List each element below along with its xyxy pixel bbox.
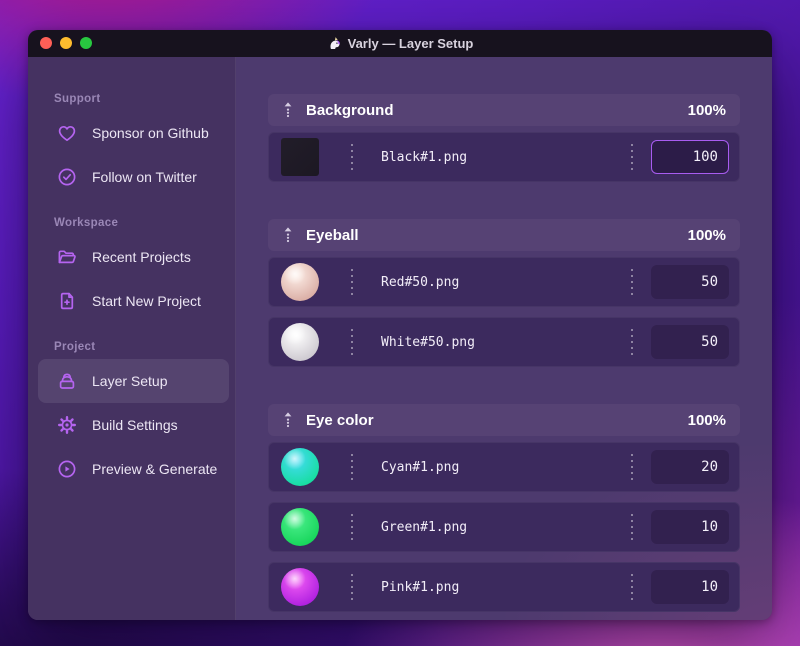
sidebar-section-label: Support: [54, 93, 101, 105]
layer-group-weight: 100%: [687, 411, 726, 429]
layer-group-header: Eyeball 100%: [268, 219, 740, 251]
layer-value-input[interactable]: [651, 570, 729, 604]
dotted-divider: [351, 514, 353, 540]
layer-filename: White#50.png: [381, 334, 475, 350]
zoom-button[interactable]: [80, 37, 92, 49]
layer-group-title: Background: [306, 101, 394, 119]
layer-group-header: Eye color 100%: [268, 404, 740, 436]
layer-group-weight: 100%: [687, 101, 726, 119]
layer-value-input[interactable]: [651, 450, 729, 484]
layer-group-title: Eye color: [306, 411, 374, 429]
layer-row[interactable]: White#50.png: [268, 317, 740, 367]
dotted-divider: [631, 329, 633, 355]
layer-group: Eyeball 100% Red#50.png White#50.png: [268, 219, 740, 367]
layer-filename: Red#50.png: [381, 274, 460, 290]
heart-icon: [56, 122, 78, 144]
sidebar-section: Workspace Recent Projects Start New Proj…: [28, 217, 235, 323]
window-controls: [40, 37, 92, 49]
window-title-text: Varly — Layer Setup: [347, 36, 474, 51]
sidebar-item-label: Start New Project: [92, 293, 201, 309]
layer-group-title: Eyeball: [306, 226, 359, 244]
layer-thumbnail: [281, 263, 319, 301]
sidebar-section-label: Workspace: [54, 217, 119, 229]
layer-filename: Green#1.png: [381, 519, 468, 535]
layer-value-input[interactable]: [651, 265, 729, 299]
sidebar: Support Sponsor on Github Follow on Twit…: [28, 57, 236, 620]
play-circle-icon: [56, 458, 78, 480]
layer-group-header: Background 100%: [268, 94, 740, 126]
sidebar-item-label: Recent Projects: [92, 249, 191, 265]
folder-icon: [56, 246, 78, 268]
titlebar: Varly — Layer Setup: [28, 30, 772, 57]
layer-setup-panel: Background 100% Black#1.png Eyeball 100%: [236, 57, 772, 620]
window-title: Varly — Layer Setup: [327, 36, 474, 51]
sidebar-sections: Support Sponsor on Github Follow on Twit…: [28, 93, 235, 491]
sidebar-item-label: Follow on Twitter: [92, 169, 197, 185]
layer-row[interactable]: Green#1.png: [268, 502, 740, 552]
minimize-button[interactable]: [60, 37, 72, 49]
sidebar-item-label: Sponsor on Github: [92, 125, 209, 141]
layer-row[interactable]: Red#50.png: [268, 257, 740, 307]
dotted-divider: [631, 454, 633, 480]
sidebar-item-layer-setup[interactable]: Layer Setup: [38, 359, 229, 403]
layer-thumbnail: [281, 568, 319, 606]
sidebar-item-start-new-project[interactable]: Start New Project: [38, 279, 229, 323]
drag-handle-icon[interactable]: [282, 226, 294, 244]
gear-icon: [56, 414, 78, 436]
layer-groups: Background 100% Black#1.png Eyeball 100%: [268, 94, 740, 612]
layer-filename: Cyan#1.png: [381, 459, 460, 475]
sidebar-section: Support Sponsor on Github Follow on Twit…: [28, 93, 235, 199]
window-body: Support Sponsor on Github Follow on Twit…: [28, 57, 772, 620]
app-window: Varly — Layer Setup Support Sponsor on G…: [28, 30, 772, 620]
sidebar-item-label: Build Settings: [92, 417, 178, 433]
layer-row[interactable]: Black#1.png: [268, 132, 740, 182]
dotted-divider: [351, 329, 353, 355]
layer-value-input[interactable]: [651, 325, 729, 359]
sidebar-item-label: Layer Setup: [92, 373, 168, 389]
dotted-divider: [351, 454, 353, 480]
layer-row[interactable]: Cyan#1.png: [268, 442, 740, 492]
layer-value-input[interactable]: [651, 510, 729, 544]
dotted-divider: [351, 269, 353, 295]
close-button[interactable]: [40, 37, 52, 49]
layer-thumbnail: [281, 448, 319, 486]
layer-row[interactable]: Pink#1.png: [268, 562, 740, 612]
drag-handle-icon[interactable]: [282, 101, 294, 119]
sidebar-item-sponsor-on-github[interactable]: Sponsor on Github: [38, 111, 229, 155]
sidebar-item-preview-generate[interactable]: Preview & Generate: [38, 447, 229, 491]
unicorn-icon: [327, 36, 342, 51]
dotted-divider: [631, 144, 633, 170]
layer-filename: Pink#1.png: [381, 579, 460, 595]
layer-group: Eye color 100% Cyan#1.png Green#1.png Pi…: [268, 404, 740, 612]
dotted-divider: [631, 514, 633, 540]
drag-handle-icon[interactable]: [282, 411, 294, 429]
layer-filename: Black#1.png: [381, 149, 468, 165]
layer-thumbnail: [281, 138, 319, 176]
sidebar-section: Project Layer Setup Build Settings Previ…: [28, 341, 235, 491]
dotted-divider: [631, 269, 633, 295]
layers-box-icon: [56, 370, 78, 392]
sidebar-section-label: Project: [54, 341, 96, 353]
dotted-divider: [351, 574, 353, 600]
sidebar-item-label: Preview & Generate: [92, 461, 218, 477]
sidebar-item-build-settings[interactable]: Build Settings: [38, 403, 229, 447]
layer-group-weight: 100%: [687, 226, 726, 244]
layer-thumbnail: [281, 508, 319, 546]
dotted-divider: [631, 574, 633, 600]
sidebar-item-recent-projects[interactable]: Recent Projects: [38, 235, 229, 279]
sidebar-item-follow-on-twitter[interactable]: Follow on Twitter: [38, 155, 229, 199]
layer-value-input[interactable]: [651, 140, 729, 174]
layer-group: Background 100% Black#1.png: [268, 94, 740, 182]
file-plus-icon: [56, 290, 78, 312]
check-badge-icon: [56, 166, 78, 188]
dotted-divider: [351, 144, 353, 170]
layer-thumbnail: [281, 323, 319, 361]
